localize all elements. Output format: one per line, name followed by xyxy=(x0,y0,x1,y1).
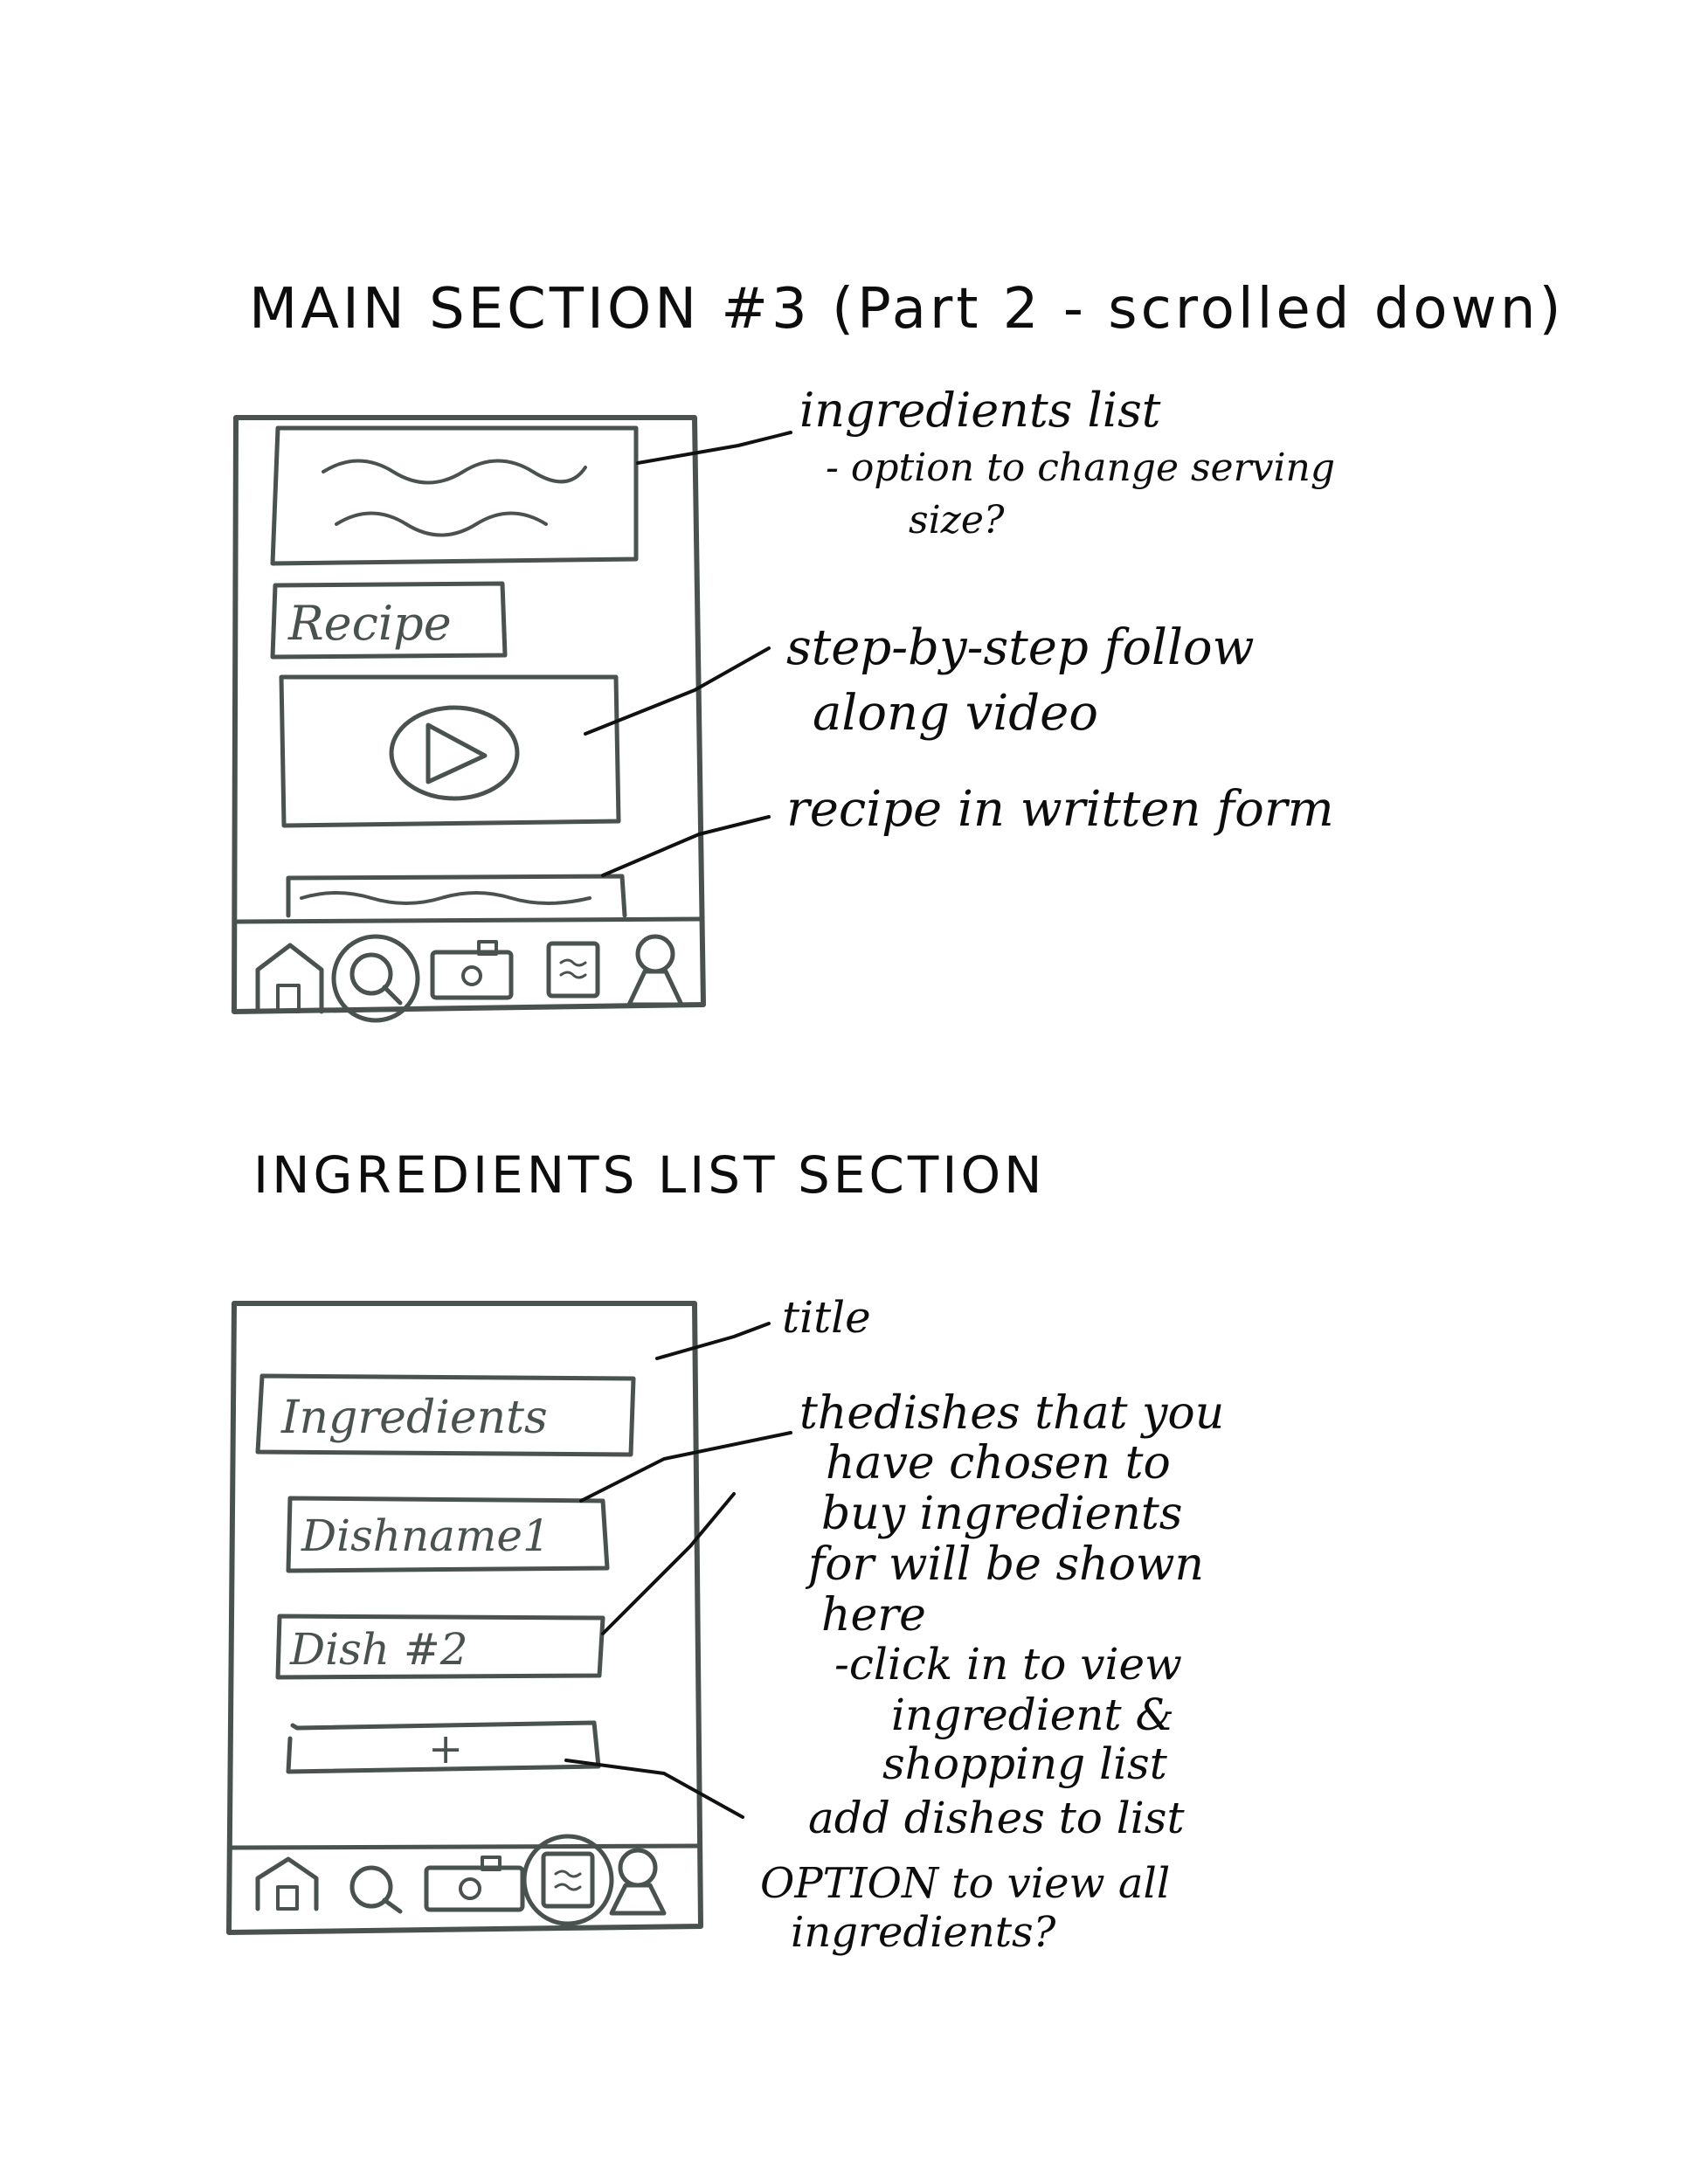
ingredients-title: Ingredients xyxy=(280,1392,548,1444)
svg-text:along video: along video xyxy=(813,685,1098,742)
svg-text:add dishes to list: add dishes to list xyxy=(808,1793,1185,1843)
camera-icon[interactable] xyxy=(424,1856,525,1912)
svg-text:shopping list: shopping list xyxy=(882,1738,1168,1789)
home-icon[interactable] xyxy=(255,943,324,1014)
recipe-label: Recipe xyxy=(287,596,452,651)
ingredients-title-box: Ingredients xyxy=(255,1373,636,1457)
svg-text:here: here xyxy=(821,1589,926,1641)
connector-written xyxy=(601,815,771,877)
connector-dish2 xyxy=(601,1492,736,1635)
written-recipe-preview[interactable] xyxy=(286,874,627,918)
svg-text:size?: size? xyxy=(909,498,1005,543)
svg-text:thedishes that you: thedishes that you xyxy=(799,1387,1224,1440)
search-icon[interactable] xyxy=(349,1865,403,1914)
video-player[interactable] xyxy=(279,674,621,828)
annotation-written: recipe in written form xyxy=(786,781,1334,838)
home-icon[interactable] xyxy=(255,1856,319,1911)
main-section-heading: MAIN SECTION #3 (Part 2 - scrolled down) xyxy=(249,277,1564,342)
annotation-video: step-by-step follow along video xyxy=(786,619,1255,742)
profile-icon[interactable] xyxy=(609,1848,667,1916)
svg-text:OPTION to view all: OPTION to view all xyxy=(760,1859,1170,1908)
dish-item-2-label: Dish #2 xyxy=(289,1624,468,1675)
list-icon[interactable] xyxy=(546,941,600,999)
svg-text:recipe in written form: recipe in written form xyxy=(786,781,1334,838)
recipe-label-box: Recipe xyxy=(270,581,508,660)
svg-text:ingredients list: ingredients list xyxy=(799,383,1161,438)
annotation-click: -click in to view ingredient & shopping … xyxy=(834,1639,1182,1789)
svg-text:- option to change serving: - option to change serving xyxy=(826,446,1335,490)
ingredients-card[interactable] xyxy=(270,425,639,566)
connector-add xyxy=(564,1759,744,1819)
dish-item-1[interactable]: Dishname1 xyxy=(286,1496,610,1573)
annotation-option: OPTION to view all ingredients? xyxy=(760,1859,1170,1957)
dish-item-1-label: Dishname1 xyxy=(301,1510,550,1561)
add-dish-label: + xyxy=(428,1724,463,1773)
play-icon xyxy=(425,722,488,784)
connector-title xyxy=(655,1322,771,1360)
svg-text:step-by-step follow: step-by-step follow xyxy=(786,619,1255,676)
active-tab-highlight xyxy=(522,1834,614,1926)
svg-text:buy ingredients: buy ingredients xyxy=(821,1488,1183,1540)
add-dish-button[interactable]: + xyxy=(286,1720,601,1774)
play-button-circle[interactable] xyxy=(389,705,520,801)
list-icon[interactable] xyxy=(522,1834,614,1926)
svg-text:-click in to view: -click in to view xyxy=(834,1639,1182,1690)
svg-text:for will be shown: for will be shown xyxy=(805,1538,1204,1591)
connector-video xyxy=(584,646,771,736)
connector-dish1 xyxy=(579,1431,792,1503)
connector-ingredients xyxy=(636,431,792,465)
svg-text:ingredient &: ingredient & xyxy=(891,1690,1174,1740)
annotation-ingredients-list: ingredients list - option to change serv… xyxy=(799,383,1335,543)
profile-icon[interactable] xyxy=(626,934,684,1007)
camera-icon[interactable] xyxy=(430,940,514,1000)
ingredients-section-heading: INGREDIENTS LIST SECTION xyxy=(253,1145,1046,1205)
svg-text:ingredients?: ingredients? xyxy=(791,1908,1056,1957)
svg-text:title: title xyxy=(782,1292,871,1343)
wireframe-sketch: MAIN SECTION #3 (Part 2 - scrolled down)… xyxy=(226,277,1564,1957)
dish-item-2[interactable]: Dish #2 xyxy=(275,1614,605,1680)
annotation-add: add dishes to list xyxy=(808,1793,1185,1843)
svg-text:have chosen to: have chosen to xyxy=(826,1437,1171,1489)
annotation-dishes: thedishes that you have chosen to buy in… xyxy=(799,1387,1224,1641)
annotation-title: title xyxy=(782,1292,871,1343)
